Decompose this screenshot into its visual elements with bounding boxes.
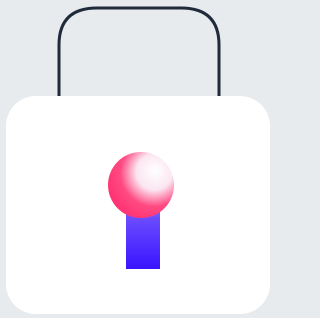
- lock-illustration: [0, 0, 276, 318]
- lock-shackle: [57, 6, 221, 100]
- keyhole-blend: [126, 205, 160, 225]
- padlock-icon: [6, 6, 270, 314]
